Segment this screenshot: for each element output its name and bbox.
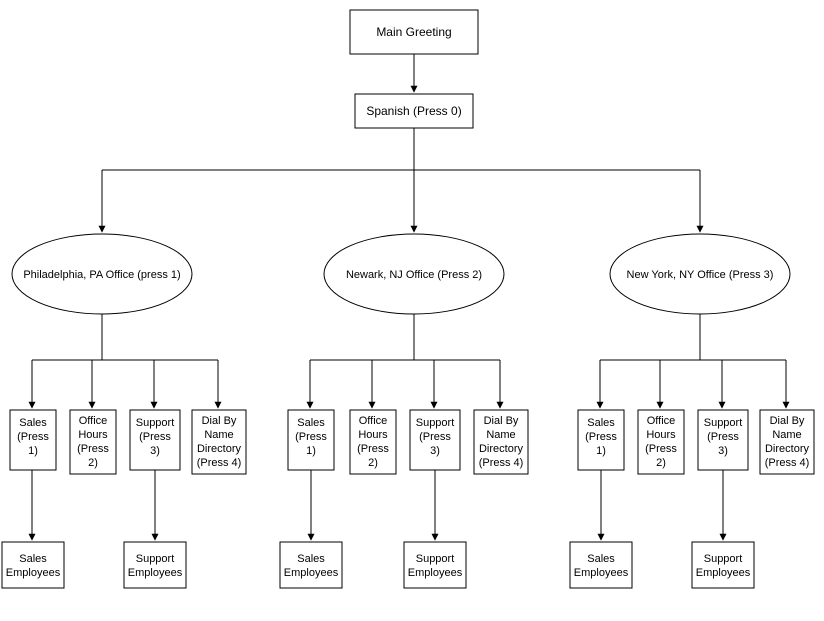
svg-text:Support: Support bbox=[136, 553, 175, 565]
svg-text:Dial By: Dial By bbox=[484, 415, 519, 427]
svg-text:2): 2) bbox=[88, 457, 98, 469]
spanish-label: Spanish (Press 0) bbox=[366, 104, 461, 118]
svg-text:Sales: Sales bbox=[19, 553, 47, 565]
svg-text:Dial By: Dial By bbox=[202, 415, 237, 427]
svg-text:Sales: Sales bbox=[19, 417, 47, 429]
diagram: Main Greeting Spanish (Press 0) Philadel… bbox=[0, 0, 824, 621]
svg-text:Directory: Directory bbox=[765, 443, 810, 455]
svg-text:Hours: Hours bbox=[78, 429, 108, 441]
svg-text:(Press: (Press bbox=[357, 443, 389, 455]
svg-text:(Press 4): (Press 4) bbox=[479, 457, 524, 469]
svg-text:(Press: (Press bbox=[77, 443, 109, 455]
svg-text:Employees: Employees bbox=[408, 567, 463, 579]
svg-text:3): 3) bbox=[718, 445, 728, 457]
svg-text:Support: Support bbox=[704, 553, 743, 565]
node-sales-employees bbox=[570, 542, 632, 588]
svg-text:2): 2) bbox=[368, 457, 378, 469]
svg-text:Hours: Hours bbox=[646, 429, 676, 441]
office-label-2: New York, NY Office (Press 3) bbox=[627, 269, 774, 281]
svg-text:Name: Name bbox=[204, 429, 233, 441]
office-label-1: Newark, NJ Office (Press 2) bbox=[346, 269, 482, 281]
svg-text:Employees: Employees bbox=[128, 567, 183, 579]
node-support-employees bbox=[404, 542, 466, 588]
svg-text:(Press: (Press bbox=[645, 443, 677, 455]
svg-text:1): 1) bbox=[596, 445, 606, 457]
svg-text:3): 3) bbox=[430, 445, 440, 457]
svg-text:Dial By: Dial By bbox=[770, 415, 805, 427]
main-greeting-label: Main Greeting bbox=[376, 25, 451, 39]
svg-text:Sales: Sales bbox=[297, 417, 325, 429]
node-sales-employees bbox=[2, 542, 64, 588]
svg-text:Name: Name bbox=[772, 429, 801, 441]
svg-text:2): 2) bbox=[656, 457, 666, 469]
svg-text:(Press: (Press bbox=[419, 431, 451, 443]
svg-text:(Press: (Press bbox=[17, 431, 49, 443]
svg-text:Support: Support bbox=[416, 417, 455, 429]
svg-text:Support: Support bbox=[704, 417, 743, 429]
svg-text:(Press: (Press bbox=[707, 431, 739, 443]
svg-text:(Press 4): (Press 4) bbox=[765, 457, 810, 469]
svg-text:Employees: Employees bbox=[574, 567, 629, 579]
svg-text:1): 1) bbox=[306, 445, 316, 457]
svg-text:Office: Office bbox=[359, 415, 388, 427]
svg-text:Support: Support bbox=[136, 417, 175, 429]
node-support-employees bbox=[692, 542, 754, 588]
svg-text:Office: Office bbox=[647, 415, 676, 427]
svg-text:Directory: Directory bbox=[197, 443, 242, 455]
svg-text:(Press 4): (Press 4) bbox=[197, 457, 242, 469]
svg-text:Directory: Directory bbox=[479, 443, 524, 455]
svg-text:3): 3) bbox=[150, 445, 160, 457]
svg-text:Sales: Sales bbox=[297, 553, 325, 565]
svg-text:(Press: (Press bbox=[295, 431, 327, 443]
office-label-0: Philadelphia, PA Office (press 1) bbox=[23, 269, 180, 281]
svg-text:(Press: (Press bbox=[585, 431, 617, 443]
svg-text:(Press: (Press bbox=[139, 431, 171, 443]
node-support-employees bbox=[124, 542, 186, 588]
svg-text:Hours: Hours bbox=[358, 429, 388, 441]
svg-text:1): 1) bbox=[28, 445, 38, 457]
svg-text:Office: Office bbox=[79, 415, 108, 427]
node-sales-employees bbox=[280, 542, 342, 588]
svg-text:Sales: Sales bbox=[587, 417, 615, 429]
svg-text:Sales: Sales bbox=[587, 553, 615, 565]
svg-text:Employees: Employees bbox=[284, 567, 339, 579]
svg-text:Employees: Employees bbox=[696, 567, 751, 579]
svg-text:Name: Name bbox=[486, 429, 515, 441]
svg-text:Support: Support bbox=[416, 553, 455, 565]
svg-text:Employees: Employees bbox=[6, 567, 61, 579]
